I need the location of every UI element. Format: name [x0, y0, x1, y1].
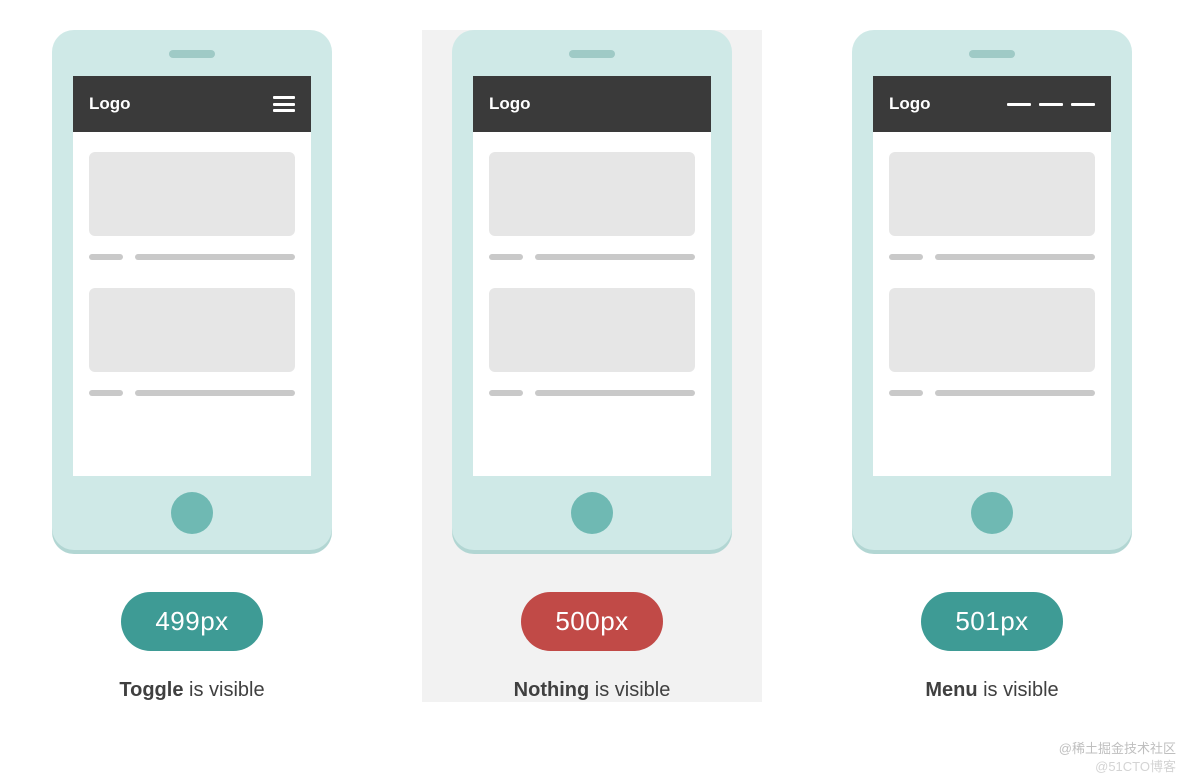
logo-text: Logo	[889, 94, 931, 114]
phone-screen: Logo	[873, 76, 1111, 476]
content-card	[489, 152, 695, 236]
phone-column-2: Logo 501px Menu is visible	[822, 30, 1162, 702]
phone-column-1: Logo 500px Nothing is visible	[422, 30, 762, 702]
logo-text: Logo	[489, 94, 531, 114]
caption: Nothing is visible	[514, 679, 671, 702]
breakpoint-pill: 499px	[121, 592, 262, 651]
app-navbar: Logo	[473, 76, 711, 132]
screen-content	[73, 132, 311, 476]
watermark-top: @稀土掘金技术社区	[1059, 738, 1176, 757]
logo-text: Logo	[89, 94, 131, 114]
phone-speaker	[969, 50, 1015, 58]
phone-mockup: Logo	[852, 30, 1132, 550]
content-lines	[89, 254, 295, 260]
home-button[interactable]	[971, 492, 1013, 534]
phone-speaker	[169, 50, 215, 58]
home-button[interactable]	[571, 492, 613, 534]
breakpoint-pill: 500px	[521, 592, 662, 651]
caption-rest: is visible	[978, 679, 1059, 701]
content-card	[489, 288, 695, 372]
content-lines	[889, 390, 1095, 396]
caption-bold: Nothing	[514, 679, 590, 701]
content-card	[889, 152, 1095, 236]
phone-screen: Logo	[473, 76, 711, 476]
app-navbar: Logo	[873, 76, 1111, 132]
home-button[interactable]	[171, 492, 213, 534]
menu-links[interactable]	[1007, 103, 1095, 106]
phone-mockup: Logo	[52, 30, 332, 550]
content-card	[89, 152, 295, 236]
content-lines	[889, 254, 1095, 260]
caption-bold: Menu	[925, 679, 977, 701]
content-lines	[489, 390, 695, 396]
watermark-bottom: @51CTO博客	[1095, 756, 1176, 775]
content-card	[89, 288, 295, 372]
app-navbar: Logo	[73, 76, 311, 132]
phone-column-0: Logo 499px Toggle is visible	[22, 30, 362, 702]
caption: Menu is visible	[925, 679, 1058, 702]
content-lines	[89, 390, 295, 396]
breakpoint-pill: 501px	[921, 592, 1062, 651]
screen-content	[873, 132, 1111, 476]
hamburger-icon[interactable]	[273, 96, 295, 112]
content-lines	[489, 254, 695, 260]
phone-mockup: Logo	[452, 30, 732, 550]
caption-bold: Toggle	[119, 679, 183, 701]
content-card	[889, 288, 1095, 372]
phone-speaker	[569, 50, 615, 58]
caption-rest: is visible	[589, 679, 670, 701]
caption: Toggle is visible	[119, 679, 264, 702]
caption-rest: is visible	[183, 679, 264, 701]
screen-content	[473, 132, 711, 476]
phone-screen: Logo	[73, 76, 311, 476]
